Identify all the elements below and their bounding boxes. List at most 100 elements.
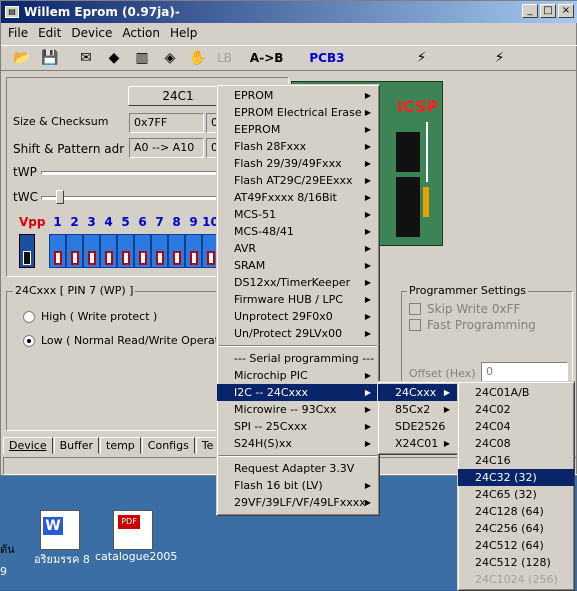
menu-item-label: 24C02 xyxy=(475,403,511,416)
tab-temp[interactable]: temp xyxy=(100,437,141,454)
menu-item-24c128-64[interactable]: 24C128 (64) xyxy=(458,503,574,520)
menu-item-ds12xx-timerkeeper[interactable]: DS12xx/TimerKeeper ▶ xyxy=(217,274,379,291)
menu-item-microwire-93cxx[interactable]: Microwire -- 93Cxx ▶ xyxy=(217,401,379,418)
menu-help[interactable]: Help xyxy=(165,26,202,40)
menu-item-s24h-s-xx[interactable]: S24H(S)xx ▶ xyxy=(217,435,379,452)
dip-switch[interactable] xyxy=(151,234,168,268)
tab-configs[interactable]: Configs xyxy=(141,437,195,454)
menu-item-24c04[interactable]: 24C04 xyxy=(458,418,574,435)
skip-write-checkbox[interactable] xyxy=(409,303,421,315)
dip-switch[interactable] xyxy=(100,234,117,268)
menu-item-at49fxxxx-8-16bit[interactable]: AT49Fxxxx 8/16Bit ▶ xyxy=(217,189,379,206)
dip-switch[interactable] xyxy=(168,234,185,268)
dip-numbers: 1 2 3 4 5 6 7 8 9 10 xyxy=(49,215,219,229)
menu-item-i2c-24cxxx[interactable]: I2C -- 24Cxxx ▶ xyxy=(217,384,379,401)
menu-item-un-protect-29lvx00[interactable]: Un/Protect 29LVx00 ▶ xyxy=(217,325,379,342)
menu-item-eeprom[interactable]: EEPROM ▶ xyxy=(217,121,379,138)
menu-item-spi-25cxxx[interactable]: SPI -- 25Cxxx ▶ xyxy=(217,418,379,435)
dip-switch[interactable] xyxy=(66,234,83,268)
dip-switch[interactable] xyxy=(83,234,100,268)
dip-switch[interactable] xyxy=(49,234,66,268)
about-icon[interactable]: ⚡ xyxy=(487,47,513,69)
menu-item-24c256-64[interactable]: 24C256 (64) xyxy=(458,520,574,537)
vpp-switch[interactable] xyxy=(19,234,35,268)
dip-switch[interactable] xyxy=(134,234,151,268)
skip-write-row[interactable]: Skip Write 0xFF xyxy=(409,302,520,316)
menu-item-mcs-48-41[interactable]: MCS-48/41 ▶ xyxy=(217,223,379,240)
menu-item-mcs-51[interactable]: MCS-51 ▶ xyxy=(217,206,379,223)
menu-item-eprom-electrical-erase[interactable]: EPROM Electrical Erase ▶ xyxy=(217,104,379,121)
menu-item-sde2526[interactable]: SDE2526 xyxy=(378,418,458,435)
menu-item-unprotect-29f0x0[interactable]: Unprotect 29F0x0 ▶ xyxy=(217,308,379,325)
menu-device[interactable]: Device xyxy=(66,26,117,40)
minimize-button[interactable]: _ xyxy=(522,4,538,18)
menu-item-request-adapter-3-3v[interactable]: Request Adapter 3.3V xyxy=(217,460,379,477)
menu-item-24c02[interactable]: 24C02 xyxy=(458,401,574,418)
submenu-arrow-icon: ▶ xyxy=(364,125,371,134)
lb-button[interactable]: LB xyxy=(213,51,236,65)
twc-slider-thumb[interactable] xyxy=(56,190,64,204)
verify-icon[interactable]: ◈ xyxy=(157,47,183,69)
menu-file[interactable]: File xyxy=(3,26,33,40)
menu-item-29vf-39lf-vf-49lfxxxx[interactable]: 29VF/39LF/VF/49LFxxxx ▶ xyxy=(217,494,379,511)
menu-item-eprom[interactable]: EPROM ▶ xyxy=(217,87,379,104)
twc-slider-track[interactable] xyxy=(41,196,221,200)
high-radio-row[interactable]: High ( Write protect ) xyxy=(23,310,157,323)
menu-item-x24c01[interactable]: X24C01 ▶ xyxy=(378,435,458,452)
a-to-b-button[interactable]: A->B xyxy=(238,51,295,65)
maximize-button[interactable]: □ xyxy=(540,4,556,18)
dip-switch[interactable] xyxy=(185,234,202,268)
menu-item-24c512-64[interactable]: 24C512 (64) xyxy=(458,537,574,554)
fast-programming-checkbox[interactable] xyxy=(409,319,421,331)
program-chip-icon[interactable]: ▥ xyxy=(129,47,155,69)
shift-value-field: A0 --> A10 xyxy=(129,138,204,158)
low-radio-row[interactable]: Low ( Normal Read/Write Operations xyxy=(23,334,242,347)
fast-programming-row[interactable]: Fast Programming xyxy=(409,318,536,332)
desktop-icon-pdf[interactable]: PDF catalogue2005 xyxy=(95,510,177,563)
menu-item-flash-16-bit-lv[interactable]: Flash 16 bit (LV) ▶ xyxy=(217,477,379,494)
menu-edit[interactable]: Edit xyxy=(33,26,66,40)
menu-item-24c512-128[interactable]: 24C512 (128) xyxy=(458,554,574,571)
menu-item-85cx2[interactable]: 85Cx2 ▶ xyxy=(378,401,458,418)
menu-item-label: SPI -- 25Cxxx xyxy=(234,420,307,433)
twp-slider-track[interactable] xyxy=(41,171,221,175)
read-chip-icon[interactable]: ◆ xyxy=(101,47,127,69)
menu-bar: File Edit Device Action Help xyxy=(1,23,577,43)
lock-bits-icon[interactable]: ✋ xyxy=(185,47,211,69)
menu-item-flash-28fxxx[interactable]: Flash 28Fxxx ▶ xyxy=(217,138,379,155)
menu-item-24c32-32[interactable]: 24C32 (32) xyxy=(458,469,574,486)
menu-item-avr[interactable]: AVR ▶ xyxy=(217,240,379,257)
desktop-icon-word[interactable]: W อริยมรรค 8 xyxy=(32,510,92,568)
menu-item-24cxxx[interactable]: 24Cxxx ▶ xyxy=(378,384,458,401)
submenu-arrow-icon: ▶ xyxy=(364,312,371,321)
offset-input[interactable]: 0 xyxy=(481,362,568,382)
menu-item-24c65-32[interactable]: 24C65 (32) xyxy=(458,486,574,503)
pcb3-button[interactable]: PCB3 xyxy=(297,51,356,65)
menu-item-label: 24C04 xyxy=(475,420,511,433)
fast-programming-label: Fast Programming xyxy=(427,318,536,332)
high-radio[interactable] xyxy=(23,310,35,323)
programmer-settings-title: Programmer Settings xyxy=(407,284,529,297)
erase-icon[interactable]: ✉ xyxy=(73,47,99,69)
menu-item-24c1024-256[interactable]: 24C1024 (256) xyxy=(458,571,574,588)
tab-buffer[interactable]: Buffer xyxy=(53,437,100,454)
menu-item-24c08[interactable]: 24C08 xyxy=(458,435,574,452)
menu-item-firmware-hub-lpc[interactable]: Firmware HUB / LPC ▶ xyxy=(217,291,379,308)
menu-item-flash-29-39-49fxxx[interactable]: Flash 29/39/49Fxxx ▶ xyxy=(217,155,379,172)
tab-device[interactable]: Device xyxy=(3,437,53,454)
submenu-arrow-icon: ▶ xyxy=(364,371,371,380)
menu-item-24c16[interactable]: 24C16 xyxy=(458,452,574,469)
save-disk-icon[interactable]: 💾 xyxy=(37,47,63,69)
open-folder-icon[interactable]: 📂 xyxy=(9,47,35,69)
menu-action[interactable]: Action xyxy=(117,26,165,40)
menu-item-flash-at29c-29eexxx[interactable]: Flash AT29C/29EExxx ▶ xyxy=(217,172,379,189)
menu-item-microchip-pic[interactable]: Microchip PIC ▶ xyxy=(217,367,379,384)
menu-item-sram[interactable]: SRAM ▶ xyxy=(217,257,379,274)
hardware-test-icon[interactable]: ⚡ xyxy=(409,47,435,69)
close-button[interactable]: × xyxy=(558,4,574,18)
dip-number: 3 xyxy=(87,215,96,229)
low-radio[interactable] xyxy=(23,334,35,347)
dip-switch[interactable] xyxy=(117,234,134,268)
menu-item-serial-programming[interactable]: --- Serial programming --- xyxy=(217,350,379,367)
menu-item-24c01a-b[interactable]: 24C01A/B xyxy=(458,384,574,401)
